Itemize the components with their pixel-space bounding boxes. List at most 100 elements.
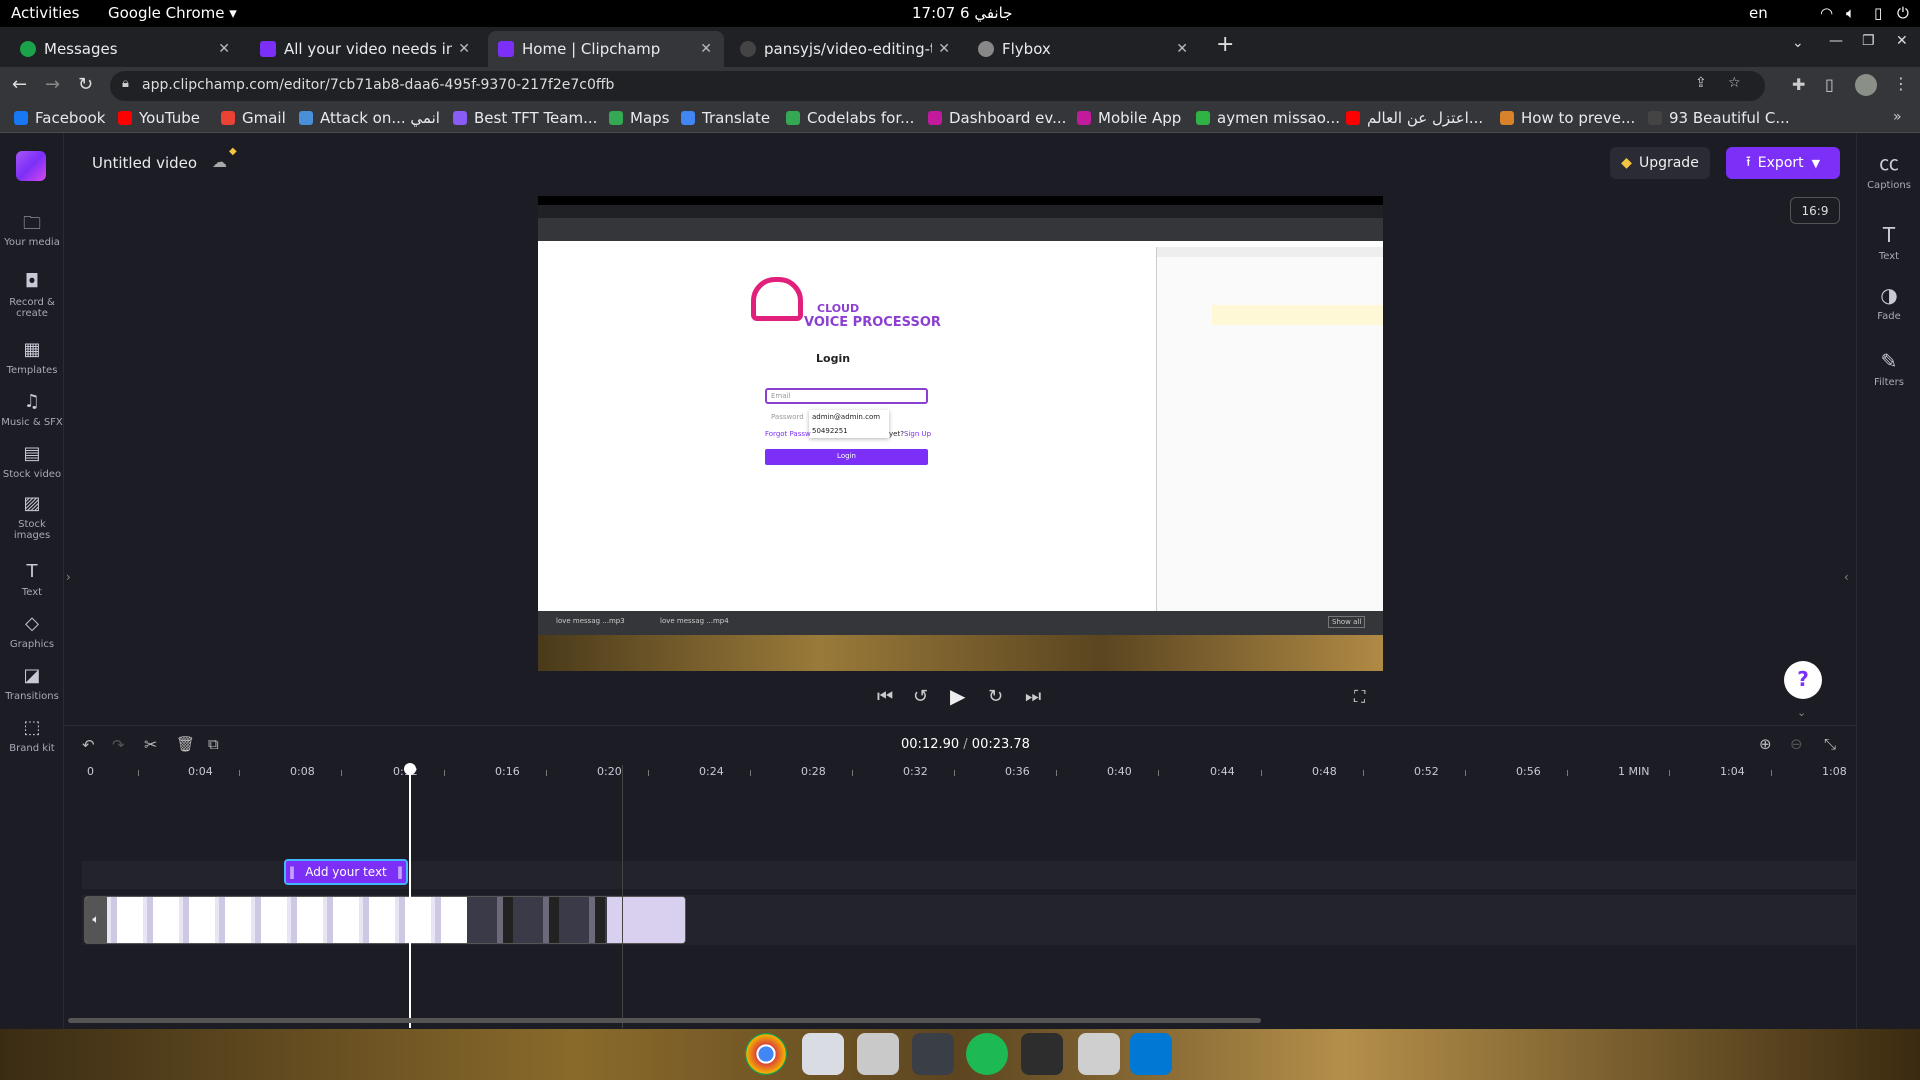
close-icon[interactable]: ✕ [938,41,950,57]
text-editor-icon[interactable] [802,1033,844,1075]
playhead[interactable] [409,772,411,1028]
panel-captions[interactable]: ㏄ Captions [1857,147,1920,191]
clock[interactable]: 17:07 6 جانفي [912,4,1012,22]
back-button[interactable]: ← [12,74,27,95]
sidebar-item-templates[interactable]: ▦ Templates [0,339,64,376]
tab-clipchamp-landing[interactable]: All your video needs in on✕ [250,31,482,67]
collapse-panel-icon[interactable]: ‹ [1844,570,1849,584]
new-tab-button[interactable]: + [1216,32,1234,57]
minimize-button[interactable]: — [1829,33,1843,49]
sidebar-item-your-media[interactable]: 🗀 Your media [0,211,64,248]
bookmark-star-icon[interactable]: ☆ [1728,75,1741,91]
clipchamp-logo[interactable] [16,151,46,181]
zoom-out-icon[interactable]: ⊖ [1790,735,1803,753]
bookmark-translate[interactable]: Translate [681,109,770,127]
sidebar-item-stock-images[interactable]: ▨ Stock images [0,493,64,541]
spotify-icon[interactable] [966,1033,1008,1075]
panel-text[interactable]: T Text [1857,223,1920,262]
video-clip[interactable]: 🔈︎ [84,896,686,944]
bookmark-93-beautiful[interactable]: 93 Beautiful C... [1648,109,1790,127]
help-collapse-icon[interactable]: ⌄ [1797,706,1806,719]
bookmark-codelabs[interactable]: Codelabs for... [786,109,914,127]
files-icon[interactable] [857,1033,899,1075]
bookmark-maps[interactable]: Maps [609,109,669,127]
side-panel-icon[interactable]: ▯ [1825,75,1834,94]
playhead-handle[interactable] [404,763,416,775]
skip-start-icon[interactable]: ⏮ [877,686,893,707]
upgrade-button[interactable]: ◆ Upgrade [1610,147,1710,179]
terminal-icon[interactable] [1021,1033,1063,1075]
undo-icon[interactable]: ↶ [82,736,95,754]
volume-icon[interactable]: 🔈︎ [1846,4,1855,22]
export-button[interactable]: ⭱ Export ▼ [1726,147,1840,179]
chrome-icon[interactable] [745,1033,787,1075]
duplicate-icon[interactable]: ⧉ [208,735,219,753]
share-icon[interactable]: ⇪ [1695,75,1707,91]
play-icon[interactable]: ▶ [950,684,965,708]
timeline-scrollbar[interactable] [68,1018,1261,1023]
url-bar[interactable]: 🔒︎ app.clipchamp.com/editor/7cb71ab8-daa… [110,71,1765,101]
bookmark-facebook[interactable]: Facebook [14,109,105,127]
rewind-5s-icon[interactable]: ↺ [913,686,928,707]
skip-end-icon[interactable]: ⏭ [1025,686,1041,707]
profile-avatar[interactable] [1855,74,1877,96]
tab-github[interactable]: pansyjs/video-editing-tim✕ [730,31,962,67]
menu-kebab-icon[interactable]: ⋮ [1893,74,1909,93]
forgot-password-link[interactable]: Forgot Passw [765,430,811,438]
more-bookmarks-icon[interactable]: » [1893,109,1902,125]
cloud-off-icon[interactable]: ☁ [212,153,227,171]
fit-timeline-icon[interactable]: ⤡ [1824,735,1836,753]
tab-flybox[interactable]: Flybox ✕ [968,31,1200,67]
bookmark-gmail[interactable]: Gmail [221,109,286,127]
activities-button[interactable]: Activities [11,4,79,22]
wifi-icon[interactable]: ◠ [1820,4,1833,22]
sidebar-item-music-sfx[interactable]: ♫ Music & SFX [0,391,64,428]
reload-button[interactable]: ↻ [78,74,93,95]
battery-icon[interactable]: ▯ [1874,4,1882,22]
vscode-icon[interactable] [1130,1033,1172,1075]
project-title[interactable]: Untitled video [92,154,197,172]
panel-filters[interactable]: ✎ Filters [1857,349,1920,388]
expand-sidebar-icon[interactable]: › [66,570,71,584]
forward-button[interactable]: → [45,74,60,95]
close-icon[interactable]: ✕ [218,41,230,57]
show-all-button[interactable]: Show all [1328,616,1366,628]
bookmark-youtube[interactable]: YouTube [118,109,200,127]
bookmark-tft[interactable]: Best TFT Team... [453,109,597,127]
login-button[interactable]: Login [765,449,928,465]
app-menu[interactable]: Google Chrome ▾ [108,4,237,22]
restore-button[interactable]: ❐ [1862,33,1875,49]
video-preview[interactable]: CLOUD VOICE PROCESSOR Login Email Passwo… [538,196,1383,671]
close-window-button[interactable]: ✕ [1896,33,1908,49]
autofill-option[interactable]: 50492251 [812,427,886,435]
trim-handle-icon[interactable]: ‖ [397,865,403,879]
sidebar-item-brand-kit[interactable]: ⬚ Brand kit [0,717,64,754]
language-indicator[interactable]: en [1749,4,1768,22]
speaker-icon[interactable]: 🔈︎ [85,897,107,943]
forward-5s-icon[interactable]: ↻ [988,686,1003,707]
bookmark-arabic-video[interactable]: اعتزل عن العالم... [1346,109,1483,127]
delete-icon[interactable]: 🗑︎ [176,735,195,753]
autofill-dropdown[interactable]: admin@admin.com 50492251 [809,410,889,438]
aspect-ratio-button[interactable]: 16:9 [1790,197,1840,224]
sidebar-item-transitions[interactable]: ◪ Transitions [0,665,64,702]
tab-search-icon[interactable]: ⌄ [1792,35,1804,51]
panel-fade[interactable]: ◑ Fade [1857,283,1920,322]
archive-icon[interactable] [1078,1033,1120,1075]
split-icon[interactable]: ✂ [144,735,157,754]
lock-icon[interactable]: 🔒︎ [122,76,129,91]
sidebar-item-text[interactable]: T Text [0,561,64,598]
bookmark-how-to[interactable]: How to preve... [1500,109,1635,127]
fullscreen-icon[interactable]: ⛶ [1354,687,1365,707]
zoom-in-icon[interactable]: ⊕ [1759,735,1772,753]
tab-clipchamp-home[interactable]: Home | Clipchamp ✕ [488,31,724,67]
system-monitor-icon[interactable] [912,1033,954,1075]
bookmark-dashboard[interactable]: Dashboard ev... [928,109,1066,127]
sidebar-item-record-create[interactable]: ◘ Record & create [0,271,64,319]
help-button[interactable]: ? [1784,661,1822,699]
power-icon[interactable]: ⏻ [1897,4,1909,22]
trim-handle-icon[interactable]: ‖ [289,865,295,879]
download-item[interactable]: love messag ...mp4 [660,617,729,625]
download-item[interactable]: love messag ...mp3 [556,617,625,625]
bookmark-attack-on[interactable]: Attack on... انمي [299,109,440,127]
